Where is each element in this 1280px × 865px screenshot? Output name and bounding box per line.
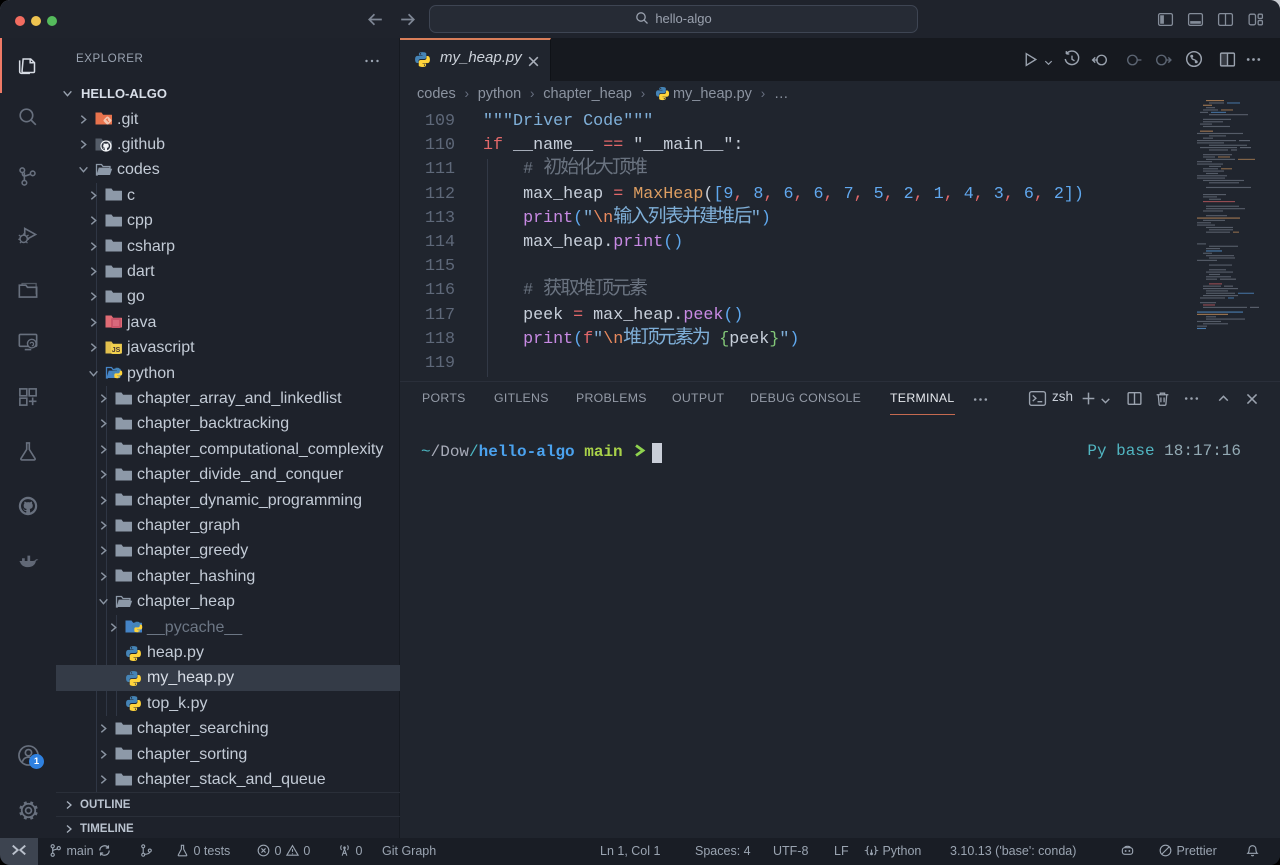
svg-text:JS: JS xyxy=(112,347,121,354)
